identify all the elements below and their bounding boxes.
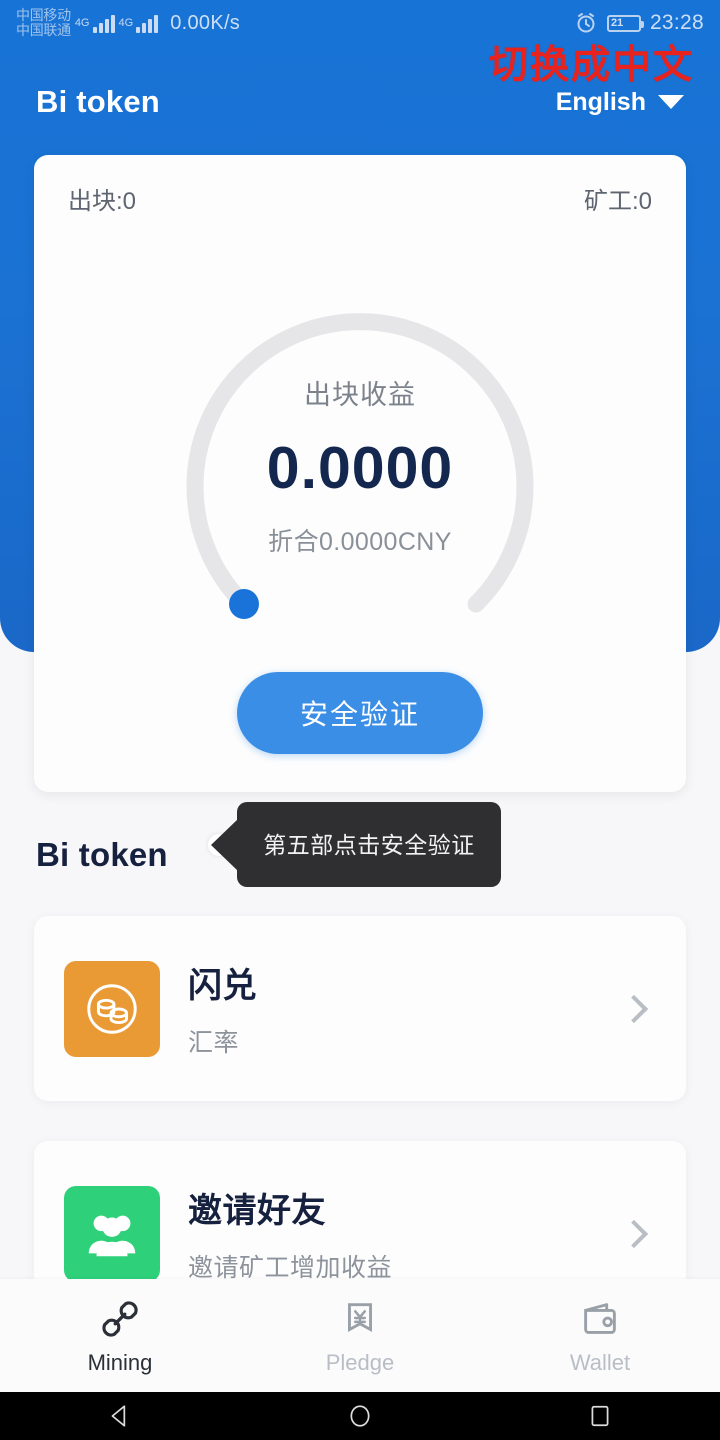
list-item-swap[interactable]: 闪兑 汇率 xyxy=(34,916,686,1101)
coins-icon xyxy=(64,960,160,1057)
status-bar: 中国移动 中国联通 4G 4G 0.00K/s 21 23:28 xyxy=(0,0,720,46)
status-bar-right: 21 23:28 xyxy=(574,11,704,35)
chain-link-icon xyxy=(102,1300,138,1337)
android-home-button[interactable] xyxy=(300,1403,420,1429)
carrier-names: 中国移动 中国联通 xyxy=(16,8,71,38)
gauge-arc xyxy=(186,313,534,619)
alarm-clock-icon xyxy=(577,13,595,33)
android-navigation-bar xyxy=(0,1392,720,1440)
list-item-invite-text: 邀请好友 邀请矿工增加收益 xyxy=(188,1183,624,1284)
recents-square-icon xyxy=(591,1405,609,1427)
coins-glyph xyxy=(87,983,137,1034)
battery-percent-label: 21 xyxy=(610,17,624,29)
home-circle-icon xyxy=(350,1405,370,1427)
nav-tab-pledge[interactable]: Pledge xyxy=(240,1296,480,1376)
nav-tab-label: Pledge xyxy=(325,1349,395,1375)
list-item-title: 闪兑 xyxy=(188,967,257,1005)
network-type-label-1: 4G xyxy=(74,17,90,29)
blocks-count-label: 出块:0 xyxy=(68,188,137,215)
signal-indicator-2: 4G xyxy=(119,13,159,33)
page-title: Bi token xyxy=(36,84,160,119)
security-verify-button[interactable]: 安全验证 xyxy=(237,672,483,754)
android-recents-button[interactable] xyxy=(540,1403,660,1429)
nav-tab-label: Wallet xyxy=(569,1349,631,1375)
chevron-down-icon xyxy=(658,95,684,109)
app-bar: Bi token English xyxy=(0,58,720,146)
gauge-track xyxy=(186,313,534,613)
bottom-navigation: Mining Pledge Wallet xyxy=(0,1279,720,1392)
back-triangle-icon xyxy=(111,1405,126,1427)
signal-indicator-1: 4G xyxy=(75,13,115,33)
carrier-line-1: 中国移动 xyxy=(16,7,71,23)
signal-bars-1 xyxy=(92,13,115,33)
yen-banner-icon xyxy=(348,1302,372,1332)
network-type-label-2: 4G xyxy=(118,17,134,29)
language-label: English xyxy=(555,87,646,116)
phone-screen: 中国移动 中国联通 4G 4G 0.00K/s 21 23:28 Bi toke… xyxy=(0,0,720,1440)
battery-icon: 21 xyxy=(606,14,644,32)
people-glyph xyxy=(88,1215,136,1256)
chevron-right-icon xyxy=(619,994,649,1023)
clock-label: 23:28 xyxy=(649,11,704,34)
list-item-title: 邀请好友 xyxy=(188,1192,326,1230)
wallet-icon xyxy=(584,1302,616,1334)
android-back-button[interactable] xyxy=(60,1403,180,1429)
miners-count-label: 矿工:0 xyxy=(583,188,652,215)
carrier-line-2: 中国联通 xyxy=(16,22,71,38)
mining-summary-card: 出块:0 矿工:0 出块收益 0.0000 折合0.0000CNY 安全验证 xyxy=(34,155,686,792)
nav-tab-mining[interactable]: Mining xyxy=(0,1296,240,1376)
people-icon xyxy=(64,1185,160,1282)
network-speed-label: 0.00K/s xyxy=(170,11,241,34)
chevron-right-icon xyxy=(619,1219,649,1248)
gauge-marker-dot xyxy=(229,589,259,619)
onboarding-tooltip[interactable]: 第五部点击安全验证 xyxy=(237,802,501,887)
nav-tab-wallet[interactable]: Wallet xyxy=(480,1296,720,1376)
language-selector[interactable]: English xyxy=(556,88,684,117)
card-stats-row: 出块:0 矿工:0 xyxy=(34,181,686,216)
list-item-subtitle: 汇率 xyxy=(188,1029,240,1057)
signal-bars-2 xyxy=(136,13,159,33)
earnings-gauge: 出块收益 0.0000 折合0.0000CNY xyxy=(145,255,575,675)
list-item-swap-text: 闪兑 汇率 xyxy=(188,958,624,1059)
nav-tab-label: Mining xyxy=(87,1349,153,1375)
section-heading: Bi token xyxy=(36,836,168,873)
